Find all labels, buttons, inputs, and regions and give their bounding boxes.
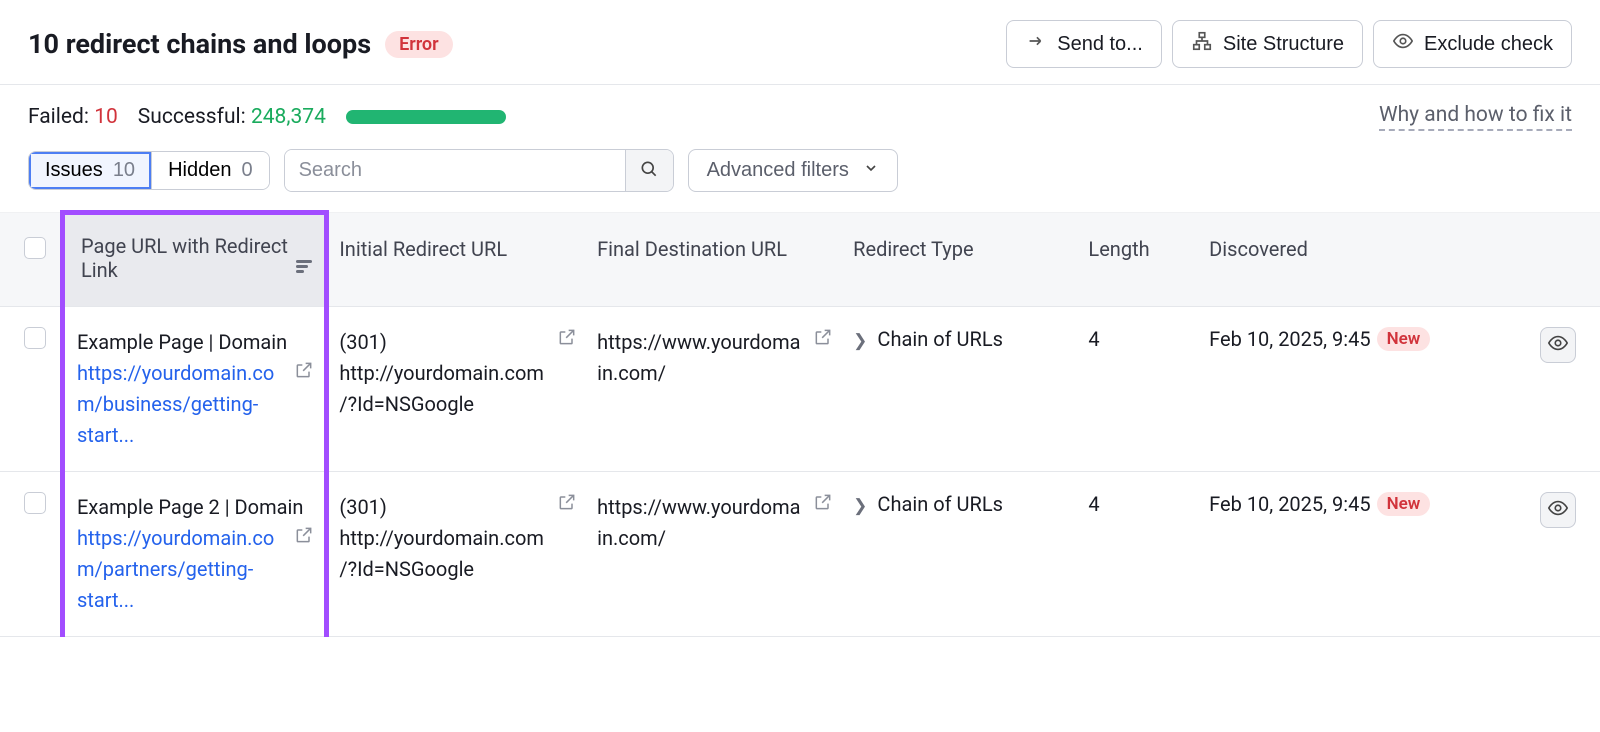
row-checkbox-cell (0, 472, 62, 637)
chevron-down-icon (863, 159, 879, 182)
external-link-icon[interactable] (294, 523, 314, 554)
sort-icon (296, 258, 312, 275)
cell-discovered: Feb 10, 2025, 9:45 New (1199, 472, 1527, 637)
col-page-url-label: Page URL with Redirect Link (81, 234, 288, 282)
external-link-icon[interactable] (557, 492, 577, 517)
search-wrap (284, 149, 674, 192)
view-button[interactable] (1540, 327, 1576, 363)
cell-page-url: Example Page 2 | Domain https://yourdoma… (62, 472, 326, 637)
new-badge: New (1377, 327, 1431, 351)
tab-issues-count: 10 (113, 159, 135, 182)
search-input[interactable] (285, 150, 625, 191)
external-link-icon[interactable] (813, 327, 833, 352)
table-header-row: Page URL with Redirect Link Initial Redi… (0, 213, 1600, 307)
issues-hidden-toggle: Issues 10 Hidden 0 (28, 151, 270, 190)
tab-hidden-label: Hidden (168, 159, 231, 182)
progress-bar (346, 110, 506, 124)
external-link-icon[interactable] (557, 327, 577, 352)
failed-label: Failed: (28, 105, 89, 129)
row-checkbox-cell (0, 307, 62, 472)
redirect-type: Chain of URLs (877, 492, 1003, 516)
external-link-icon[interactable] (294, 358, 314, 389)
tab-issues[interactable]: Issues 10 (29, 152, 151, 189)
select-all-checkbox[interactable] (24, 237, 46, 259)
cell-initial: (301) http://yourdomain.com/?Id=NSGoogle (327, 307, 587, 472)
cell-type: ❯ Chain of URLs (843, 472, 1078, 637)
cell-type: ❯ Chain of URLs (843, 307, 1078, 472)
row-checkbox[interactable] (24, 492, 46, 514)
page-title-text: Example Page | Domain (77, 327, 314, 358)
advanced-filters-button[interactable]: Advanced filters (688, 149, 898, 192)
cell-final: https://www.yourdomain.com/ (587, 307, 843, 472)
cell-length: 4 (1078, 307, 1199, 472)
row-checkbox[interactable] (24, 327, 46, 349)
eye-icon (1547, 497, 1569, 524)
chevron-right-icon[interactable]: ❯ (853, 496, 867, 516)
cell-view (1527, 307, 1600, 472)
eye-icon (1392, 30, 1414, 58)
send-to-icon (1025, 30, 1047, 58)
col-page-url[interactable]: Page URL with Redirect Link (62, 213, 326, 307)
successful-label: Successful: (138, 105, 246, 129)
header-bar: 10 redirect chains and loops Error Send … (0, 0, 1600, 85)
redirect-type: Chain of URLs (877, 327, 1003, 351)
successful-count: 248,374 (251, 105, 326, 129)
page-url-link[interactable]: https://yourdomain.com/partners/getting-… (77, 523, 286, 616)
new-badge: New (1377, 492, 1431, 516)
advanced-filters-label: Advanced filters (707, 159, 849, 182)
exclude-check-label: Exclude check (1424, 33, 1553, 56)
header-left: 10 redirect chains and loops Error (28, 28, 453, 60)
table-row: Example Page | Domain https://yourdomain… (0, 307, 1600, 472)
initial-url[interactable]: (301) http://yourdomain.com/?Id=NSGoogle (339, 327, 549, 420)
cell-initial: (301) http://yourdomain.com/?Id=NSGoogle (327, 472, 587, 637)
page-title-text: Example Page 2 | Domain (77, 492, 314, 523)
tab-issues-label: Issues (45, 159, 103, 182)
site-structure-label: Site Structure (1223, 33, 1344, 56)
stats-left: Failed: 10 Successful: 248,374 (28, 105, 506, 129)
col-type[interactable]: Redirect Type (843, 213, 1078, 307)
eye-icon (1547, 332, 1569, 359)
header-actions: Send to... Site Structure Exclude check (1006, 20, 1572, 68)
stats-bar: Failed: 10 Successful: 248,374 Why and h… (0, 85, 1600, 149)
results-table: Page URL with Redirect Link Initial Redi… (0, 210, 1600, 637)
send-to-label: Send to... (1057, 33, 1143, 56)
failed-block: Failed: 10 (28, 105, 118, 129)
chevron-right-icon[interactable]: ❯ (853, 331, 867, 351)
final-url[interactable]: https://www.yourdomain.com/ (597, 327, 805, 389)
controls-bar: Issues 10 Hidden 0 Advanced filters (0, 149, 1600, 210)
cell-discovered: Feb 10, 2025, 9:45 New (1199, 307, 1527, 472)
search-icon (639, 159, 659, 182)
discovered-date: Feb 10, 2025, 9:45 (1209, 327, 1370, 351)
col-length[interactable]: Length (1078, 213, 1199, 307)
initial-url[interactable]: (301) http://yourdomain.com/?Id=NSGoogle (339, 492, 549, 585)
page-title: 10 redirect chains and loops (28, 28, 371, 60)
failed-count: 10 (94, 105, 118, 129)
page-url-link[interactable]: https://yourdomain.com/business/getting-… (77, 358, 286, 451)
col-final[interactable]: Final Destination URL (587, 213, 843, 307)
exclude-check-button[interactable]: Exclude check (1373, 20, 1572, 68)
successful-block: Successful: 248,374 (138, 105, 326, 129)
site-structure-button[interactable]: Site Structure (1172, 20, 1363, 68)
col-discovered[interactable]: Discovered (1199, 213, 1600, 307)
col-initial[interactable]: Initial Redirect URL (327, 213, 587, 307)
search-button[interactable] (625, 150, 673, 191)
view-button[interactable] (1540, 492, 1576, 528)
cell-length: 4 (1078, 472, 1199, 637)
cell-page-url: Example Page | Domain https://yourdomain… (62, 307, 326, 472)
send-to-button[interactable]: Send to... (1006, 20, 1162, 68)
site-structure-icon (1191, 30, 1213, 58)
table-row: Example Page 2 | Domain https://yourdoma… (0, 472, 1600, 637)
external-link-icon[interactable] (813, 492, 833, 517)
final-url[interactable]: https://www.yourdomain.com/ (597, 492, 805, 554)
cell-view (1527, 472, 1600, 637)
error-badge: Error (385, 31, 453, 58)
tab-hidden-count: 0 (241, 159, 252, 182)
cell-final: https://www.yourdomain.com/ (587, 472, 843, 637)
why-how-fix-link[interactable]: Why and how to fix it (1379, 103, 1572, 131)
discovered-date: Feb 10, 2025, 9:45 (1209, 492, 1370, 516)
tab-hidden[interactable]: Hidden 0 (151, 152, 269, 189)
col-select-all (0, 213, 62, 307)
